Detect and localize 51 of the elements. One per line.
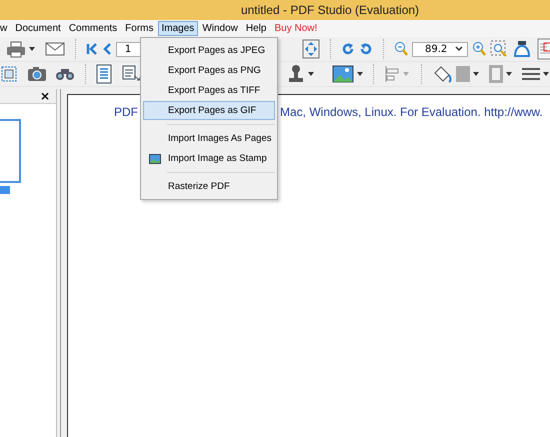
close-button[interactable]: × — [40, 90, 50, 102]
previous-page-icon[interactable] — [102, 42, 112, 56]
binoculars-icon[interactable] — [55, 67, 75, 81]
zoom-out-icon[interactable] — [394, 41, 408, 57]
stamp-icon[interactable] — [287, 64, 305, 84]
border-color-icon[interactable] — [489, 65, 503, 83]
menu-item[interactable]: Export Pages as TIFF — [143, 81, 275, 100]
menu-item[interactable]: Help — [242, 21, 270, 36]
image-icon — [148, 154, 160, 164]
first-page-icon[interactable] — [86, 42, 98, 56]
zoom-in-icon[interactable] — [472, 41, 486, 57]
menu-item[interactable]: Images — [158, 21, 198, 36]
menu-item[interactable]: Forms — [121, 21, 158, 36]
caret-icon[interactable] — [29, 47, 35, 51]
mail-icon[interactable] — [45, 41, 65, 57]
paint-bucket-icon[interactable] — [432, 65, 452, 83]
chevron-icon[interactable] — [455, 46, 463, 52]
caret-icon[interactable] — [506, 72, 512, 76]
rotate-counterclockwise-icon[interactable] — [359, 42, 373, 56]
caret-icon[interactable] — [357, 72, 363, 76]
document-icon[interactable] — [536, 38, 550, 60]
menu-item[interactable]: Import Images As Pages — [143, 129, 275, 148]
page-thumbnail[interactable] — [0, 119, 21, 183]
menu-item[interactable]: Export Pages as PNG — [143, 61, 275, 80]
page-text: Mac, Windows, Linux. For Evaluation. http://www. — [280, 105, 543, 119]
menu-item[interactable]: w — [0, 21, 12, 36]
select-area-icon[interactable] — [1, 66, 17, 82]
menu-item[interactable]: Export Pages as GIF — [143, 101, 275, 120]
menu-item[interactable]: Buy Now! — [270, 21, 322, 36]
menu-item[interactable]: Window — [198, 21, 242, 36]
caret-icon[interactable] — [308, 72, 314, 76]
printer-icon[interactable] — [6, 40, 26, 58]
page-text: PDF — [114, 105, 138, 119]
thumbnail-label — [0, 186, 10, 194]
form-export-icon[interactable] — [122, 65, 142, 83]
menu-item[interactable]: Import Image as Stamp — [143, 149, 275, 168]
line-width-icon[interactable] — [522, 67, 540, 81]
window-title: untitled - PDF Studio (Evaluation) — [240, 3, 420, 17]
fit-page-icon[interactable] — [302, 39, 320, 59]
zoom-field[interactable]: 89.2 — [412, 42, 468, 56]
menu-item[interactable]: Comments — [64, 21, 122, 36]
marquee-zoom-icon[interactable] — [490, 40, 508, 58]
image-icon[interactable] — [332, 65, 354, 83]
menu-item[interactable]: Document — [11, 21, 65, 36]
rotate-clockwise-icon[interactable] — [341, 42, 355, 56]
menu-item[interactable]: Rasterize PDF — [143, 177, 275, 196]
fill-color-icon[interactable] — [456, 65, 470, 83]
form-icon[interactable] — [96, 64, 112, 84]
camera-icon[interactable] — [27, 66, 47, 82]
caret-icon[interactable] — [473, 72, 479, 76]
caret-icon[interactable] — [543, 72, 549, 76]
